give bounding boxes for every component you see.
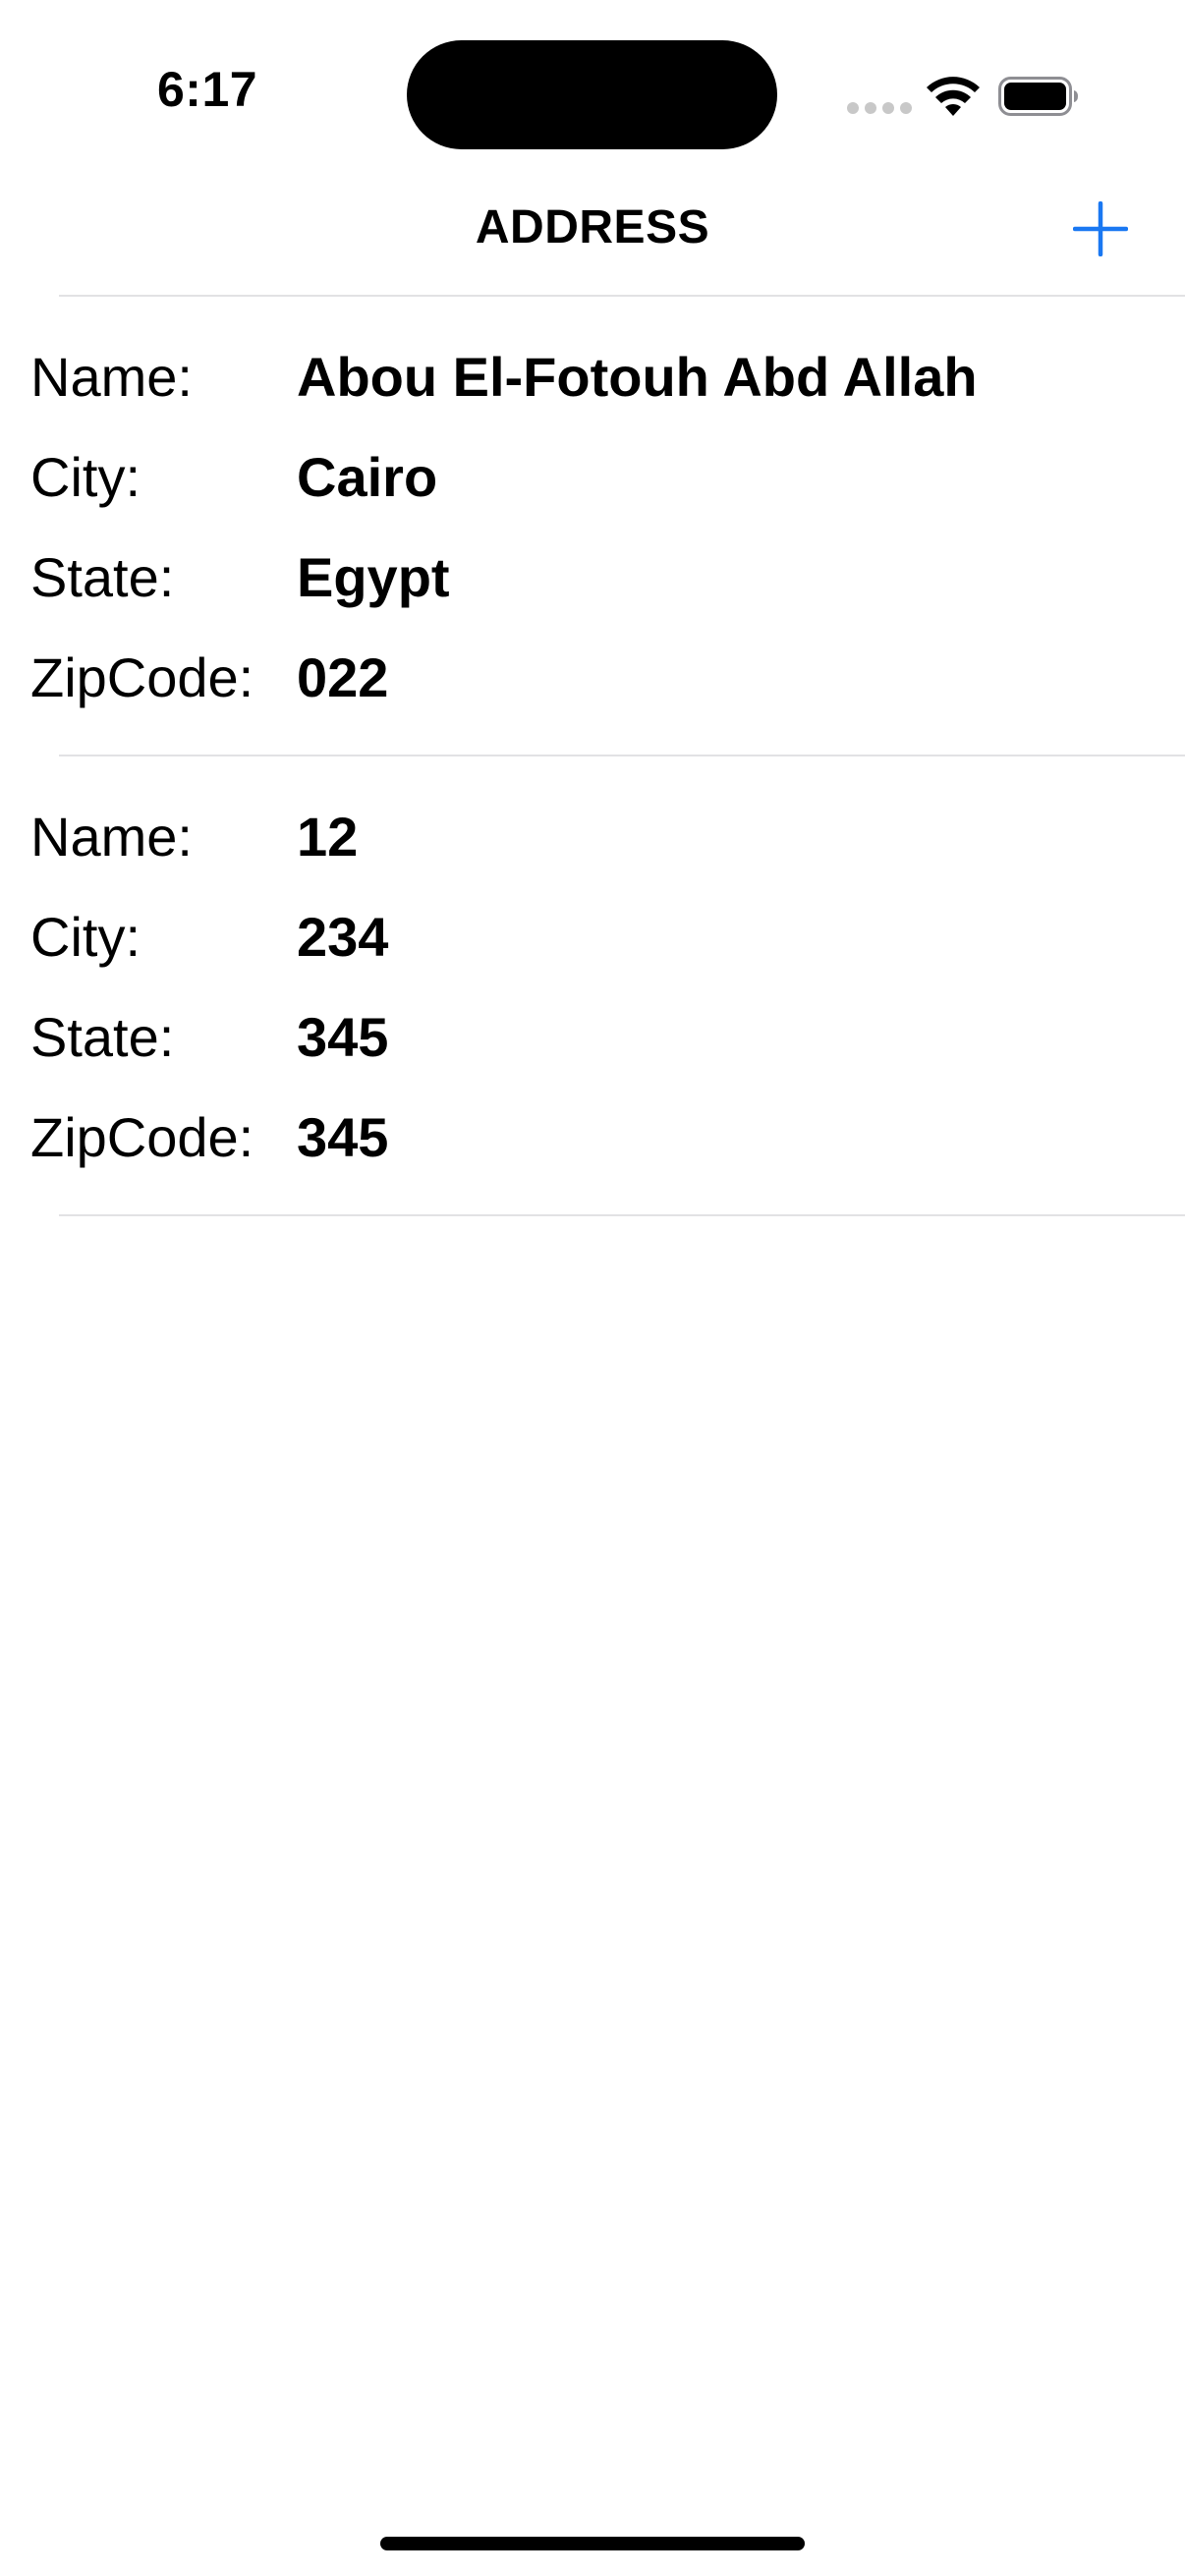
- address-row[interactable]: Name: Abou El-Fotouh Abd Allah City: Cai…: [0, 297, 1185, 755]
- state-value: 345: [297, 1005, 389, 1068]
- zipcode-row: ZipCode: 022: [0, 627, 1185, 727]
- address-list: Name: Abou El-Fotouh Abd Allah City: Cai…: [0, 295, 1185, 1216]
- wifi-icon: [927, 77, 980, 116]
- name-row: Name: 12: [0, 786, 1185, 886]
- city-label: City:: [30, 445, 141, 508]
- battery-icon: [998, 77, 1078, 116]
- city-label: City:: [30, 905, 141, 968]
- cellular-signal-icon: [847, 102, 912, 114]
- city-row: City: 234: [0, 886, 1185, 986]
- add-address-button[interactable]: [1073, 201, 1128, 256]
- address-row[interactable]: Name: 12 City: 234 State: 345 ZipCode: 3…: [0, 756, 1185, 1214]
- state-value: Egypt: [297, 545, 450, 608]
- home-indicator[interactable]: [380, 2537, 805, 2550]
- status-time: 6:17: [157, 62, 258, 117]
- city-value: Cairo: [297, 445, 438, 508]
- zipcode-label: ZipCode:: [30, 1105, 254, 1168]
- zipcode-value: 345: [297, 1105, 389, 1168]
- name-value: Abou El-Fotouh Abd Allah: [297, 345, 978, 408]
- city-value: 234: [297, 905, 389, 968]
- name-row: Name: Abou El-Fotouh Abd Allah: [0, 326, 1185, 426]
- city-row: City: Cairo: [0, 426, 1185, 527]
- state-label: State:: [30, 545, 175, 608]
- page-title: ADDRESS: [475, 201, 710, 253]
- name-value: 12: [297, 805, 359, 868]
- plus-icon: [1073, 201, 1128, 256]
- name-label: Name:: [30, 345, 193, 408]
- list-divider: [59, 1214, 1185, 1216]
- name-label: Name:: [30, 805, 193, 868]
- zipcode-value: 022: [297, 645, 389, 708]
- dynamic-island: [407, 40, 777, 149]
- state-row: State: 345: [0, 986, 1185, 1087]
- zipcode-row: ZipCode: 345: [0, 1087, 1185, 1187]
- state-row: State: Egypt: [0, 527, 1185, 627]
- zipcode-label: ZipCode:: [30, 645, 254, 708]
- state-label: State:: [30, 1005, 175, 1068]
